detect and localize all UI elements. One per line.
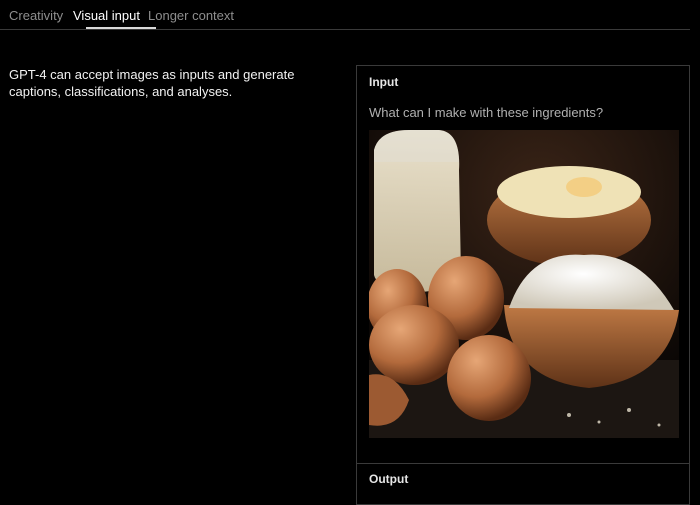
ingredients-photo xyxy=(369,130,679,438)
egg-front-left xyxy=(369,305,459,385)
flour-speck xyxy=(567,413,571,417)
flour-speck xyxy=(627,408,631,412)
tab-visual-input[interactable]: Visual input xyxy=(73,8,140,23)
egg-front-center xyxy=(447,335,531,421)
tab-longer-context[interactable]: Longer context xyxy=(148,8,234,23)
example-panel: Input What can I make with these ingredi… xyxy=(356,65,690,505)
egg-yolk xyxy=(566,177,602,197)
flour-speck xyxy=(597,420,601,424)
flour-speck xyxy=(657,423,661,427)
tab-creativity[interactable]: Creativity xyxy=(9,8,63,23)
panel-divider xyxy=(357,463,689,464)
tab-bar: Creativity Visual input Longer context xyxy=(0,0,690,30)
input-prompt: What can I make with these ingredients? xyxy=(369,105,604,120)
ingredients-illustration xyxy=(369,130,679,438)
input-label: Input xyxy=(369,75,399,89)
output-label: Output xyxy=(369,472,409,486)
active-tab-indicator xyxy=(86,27,156,29)
feature-description: GPT-4 can accept images as inputs and ge… xyxy=(9,67,295,99)
